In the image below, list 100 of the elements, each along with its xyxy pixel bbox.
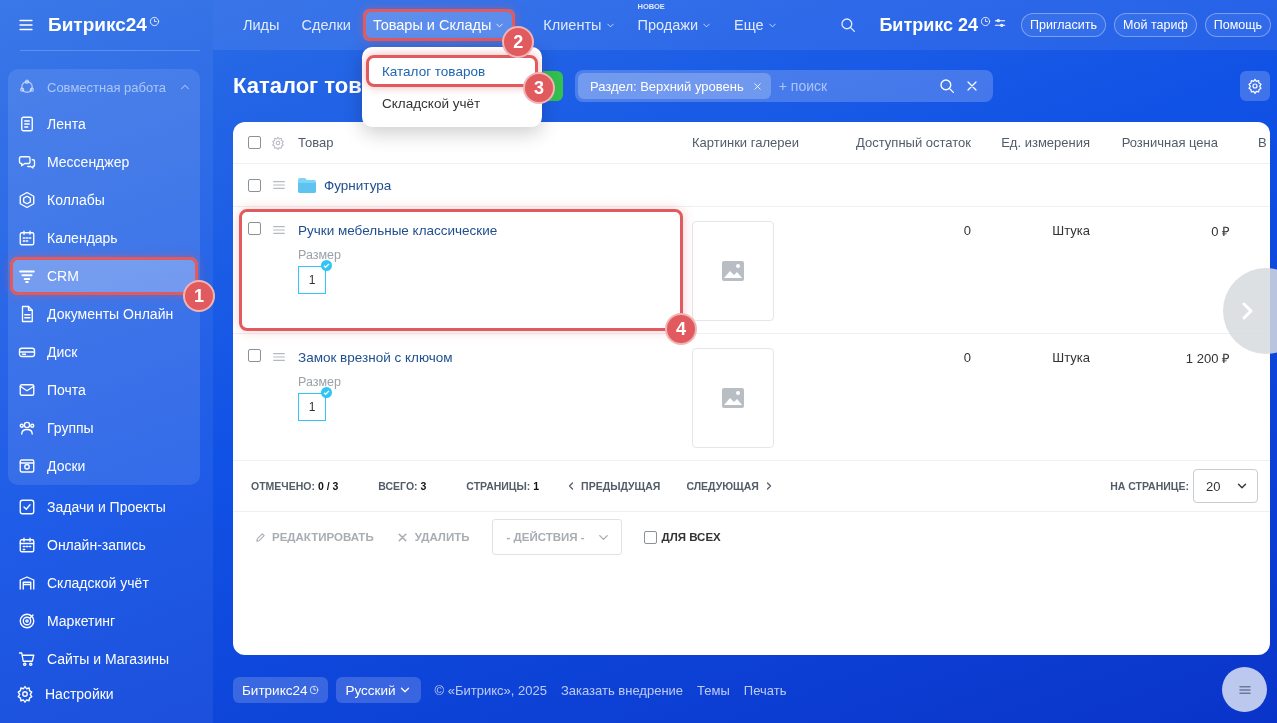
warehouse-icon xyxy=(18,574,36,592)
image-placeholder[interactable] xyxy=(692,348,774,448)
clock-icon xyxy=(309,685,320,695)
pages-count: СТРАНИЦЫ: 1 xyxy=(466,480,540,492)
app-logo[interactable]: Битрикс24 xyxy=(48,14,160,36)
price-cell: 0 ₽ xyxy=(1211,224,1230,239)
settings-item[interactable]: Настройки xyxy=(8,675,114,713)
task-checkbox-icon xyxy=(18,498,36,516)
next-link[interactable]: СЛЕДУЮЩАЯ xyxy=(686,480,775,492)
calendar-grid-icon xyxy=(18,536,36,554)
total-count: ВСЕГО: 3 xyxy=(378,480,427,492)
selected-count: ОТМЕЧЕНО: 0 / 3 xyxy=(251,480,339,492)
nav-tab[interactable]: Еще xyxy=(724,9,788,41)
people-circle-icon xyxy=(18,78,36,96)
menu-item[interactable]: Каталог товаров xyxy=(366,55,502,87)
nav-tab[interactable]: Сделки xyxy=(291,9,361,41)
sidebar-item[interactable]: Доски xyxy=(10,447,86,485)
unit-cell: Штука xyxy=(1052,350,1090,365)
column-header[interactable]: В xyxy=(1258,135,1267,150)
folder-link[interactable]: Фурнитура xyxy=(324,177,392,193)
clock-icon xyxy=(148,16,160,27)
step-badge: 2 xyxy=(502,26,535,58)
column-header[interactable]: Доступный остаток xyxy=(856,135,971,150)
search-icon xyxy=(839,16,858,34)
apply-all-checkbox[interactable] xyxy=(643,530,657,544)
search-icon xyxy=(938,77,956,95)
settings-button[interactable] xyxy=(1240,71,1270,101)
brand-logo[interactable]: Битрикс 24 xyxy=(879,14,1008,36)
pencil-icon xyxy=(255,531,266,543)
settings-icon xyxy=(16,685,34,703)
sidebar-item[interactable]: Лента xyxy=(10,105,86,143)
nav-tab[interactable]: Продажи xyxy=(627,9,723,41)
folder-icon xyxy=(298,177,316,193)
step-badge: 4 xyxy=(665,313,697,345)
sidebar-item[interactable]: Онлайн-запись xyxy=(8,526,146,564)
check-icon xyxy=(321,260,332,271)
chat-button[interactable] xyxy=(1222,667,1267,712)
row-checkbox[interactable] xyxy=(248,222,261,235)
product-link[interactable]: Замок врезной с ключом xyxy=(298,350,453,365)
sidebar-item[interactable]: Складской учёт xyxy=(8,564,149,602)
sidebar-item[interactable]: Маркетинг xyxy=(8,602,116,640)
sidebar-item[interactable]: Почта xyxy=(10,371,86,409)
brand-button[interactable]: Битрикс24 xyxy=(233,677,329,703)
chat-icon xyxy=(18,153,36,171)
row-checkbox[interactable] xyxy=(248,178,261,192)
language-select[interactable]: Русский xyxy=(336,677,421,703)
menu-item[interactable]: Складской учёт xyxy=(366,87,497,119)
nav-tab[interactable]: Лиды xyxy=(233,9,290,41)
page-title: Каталог тов xyxy=(233,73,362,99)
checkbox-label: ДЛЯ ВСЕХ xyxy=(661,531,721,543)
stock-cell: 0 xyxy=(963,350,971,365)
per-page-label: НА СТРАНИЦЕ: xyxy=(1110,480,1189,492)
close-icon xyxy=(751,80,763,92)
header-button[interactable]: Мой тариф xyxy=(1114,13,1197,37)
column-header[interactable]: Картинки галереи xyxy=(692,135,799,150)
sidebar-item[interactable]: Коллабы xyxy=(10,181,105,219)
cart-icon xyxy=(18,650,36,668)
document-icon xyxy=(18,115,36,133)
footer-link[interactable]: Темы xyxy=(697,682,730,698)
filter-field[interactable]: Раздел: Верхний уровень + поиск xyxy=(575,70,993,102)
settings-icon xyxy=(1247,78,1263,94)
clock-icon xyxy=(980,15,992,27)
image-placeholder[interactable] xyxy=(692,221,774,321)
sidebar-item[interactable]: Диск xyxy=(10,333,78,371)
previous-link[interactable]: ПРЕДЫДУЩАЯ xyxy=(565,480,661,492)
sidebar-item[interactable]: Мессенджер xyxy=(10,143,130,181)
select-all-checkbox[interactable] xyxy=(248,136,261,149)
column-header[interactable]: Товар xyxy=(298,135,334,150)
sidebar-item[interactable]: Группы xyxy=(10,409,94,447)
funnel-icon xyxy=(18,267,36,285)
sidebar-item[interactable]: Документы Онлайн xyxy=(10,295,174,333)
check-icon xyxy=(321,387,332,398)
cross-icon xyxy=(395,530,409,544)
nav-tab[interactable]: Клиенты xyxy=(533,9,626,41)
envelope-icon xyxy=(18,381,36,399)
calendar-icon xyxy=(18,229,36,247)
sidebar-item[interactable]: Сайты и Магазины xyxy=(8,640,169,674)
column-header[interactable]: Ед. измерения xyxy=(1001,135,1090,150)
header-button[interactable]: Пригласить xyxy=(1021,13,1106,37)
row-checkbox[interactable] xyxy=(248,349,261,362)
step-badge: 1 xyxy=(183,280,215,312)
sidebar-item[interactable]: Календарь xyxy=(10,219,118,257)
header-button[interactable]: Помощь xyxy=(1204,13,1271,37)
property-label: Размер xyxy=(298,375,342,389)
product-link[interactable]: Ручки мебельные классические xyxy=(298,223,498,238)
footer-link[interactable]: Заказать внедрение xyxy=(560,682,684,698)
board-icon xyxy=(18,457,36,475)
property-label: Размер xyxy=(298,248,342,262)
price-cell: 1 200 ₽ xyxy=(1185,351,1230,366)
image-icon xyxy=(722,388,744,408)
unit-cell: Штука xyxy=(1052,223,1090,238)
hexagon-icon xyxy=(18,191,36,209)
people-icon xyxy=(18,419,36,437)
step-badge: 3 xyxy=(523,72,555,104)
footer-link[interactable]: Печать xyxy=(743,682,787,698)
column-header[interactable]: Розничная цена xyxy=(1121,135,1218,150)
sidebar-item[interactable]: Задачи и Проекты xyxy=(8,488,166,526)
filter-chip[interactable]: Раздел: Верхний уровень xyxy=(578,73,771,99)
per-page-select[interactable]: 20 xyxy=(1193,469,1258,503)
settings-icon xyxy=(271,135,285,150)
